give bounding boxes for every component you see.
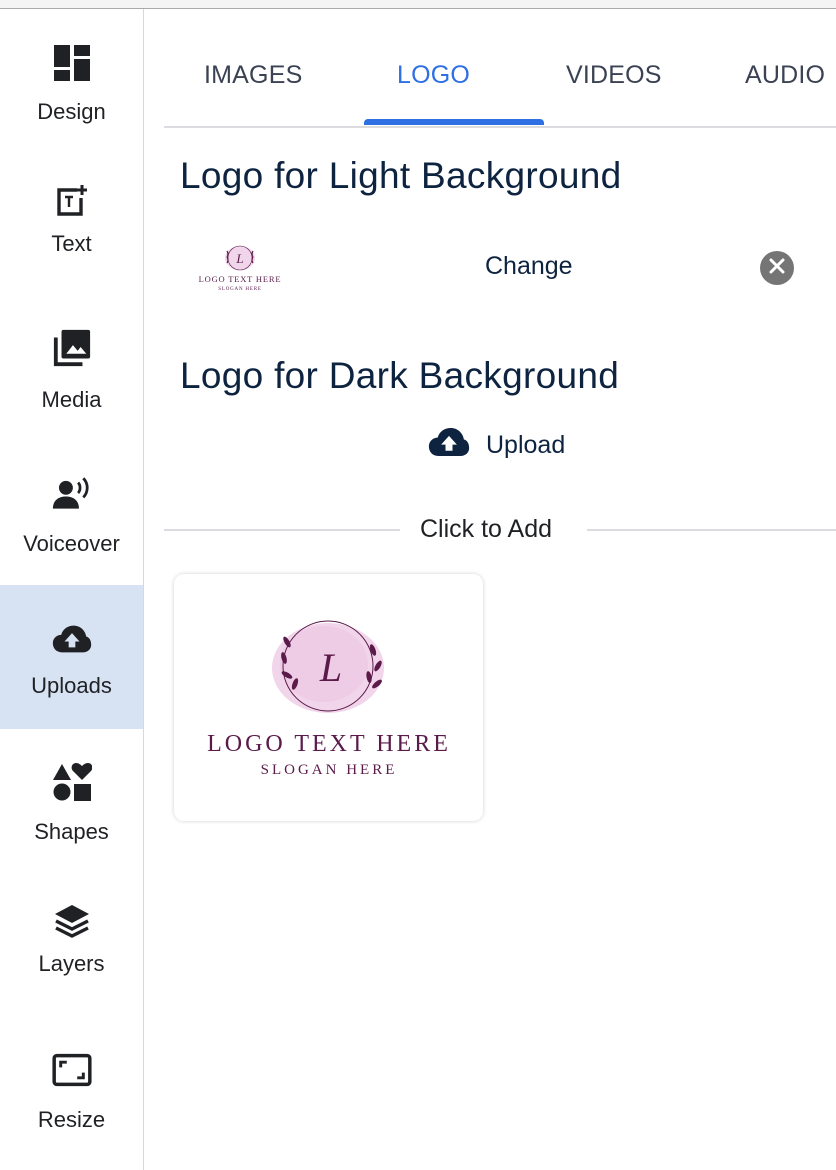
upload-dark-logo-button[interactable]: Upload [428,427,565,464]
cloud-upload-icon [428,427,470,464]
change-logo-button[interactable]: Change [485,252,573,281]
sidebar-item-shapes[interactable]: Shapes [0,729,143,873]
sidebar-item-label: Voiceover [23,531,120,556]
active-tab-indicator [364,119,544,125]
remove-logo-button[interactable] [760,251,794,285]
layers-icon [52,901,92,941]
sidebar-item-media[interactable]: Media [0,297,143,441]
divider-right [587,529,836,531]
tab-images[interactable]: IMAGES [204,61,302,90]
sidebar-item-text[interactable]: Text [0,153,143,297]
sidebar: Design Text Media Voiceover Uploads Shap… [0,9,144,1170]
tab-logo[interactable]: LOGO [397,61,470,90]
logo-asset-card[interactable]: L LOGO TEXT HERE SLOGAN HERE [174,574,483,821]
shapes-icon [52,762,92,802]
sidebar-item-resize[interactable]: Resize [0,1017,143,1161]
logo-monogram: L [319,645,342,690]
svg-text:L: L [235,251,243,266]
sidebar-item-label: Layers [38,951,105,976]
svg-text:SLOGAN HERE: SLOGAN HERE [218,287,261,292]
browser-top-edge [0,0,836,9]
dark-logo-heading: Logo for Dark Background [180,355,620,396]
close-icon [769,258,785,279]
sidebar-item-layers[interactable]: Layers [0,873,143,1017]
media-library-icon [52,328,92,368]
sidebar-item-label: Media [41,387,102,412]
logo-asset-image: L LOGO TEXT HERE SLOGAN HERE [207,620,451,778]
text-add-icon [52,181,92,221]
sidebar-item-label: Shapes [34,819,109,844]
uploads-panel: IMAGES LOGO VIDEOS AUDIO Logo for Light … [144,9,836,1170]
sidebar-item-label: Uploads [31,673,112,698]
cloud-upload-icon [52,619,92,659]
logo-text: LOGO TEXT HERE [207,731,451,757]
logo-slogan: SLOGAN HERE [261,762,398,778]
click-to-add-label: Click to Add [420,515,553,543]
upload-label: Upload [486,431,566,459]
design-grid-icon [52,43,92,83]
sidebar-item-label: Text [51,231,92,256]
light-logo-heading: Logo for Light Background [180,155,622,196]
resize-icon [51,1050,92,1090]
sidebar-item-label: Design [37,99,106,124]
svg-text:LOGO TEXT HERE: LOGO TEXT HERE [199,274,282,284]
sidebar-item-label: Resize [37,1107,106,1132]
sidebar-item-uploads[interactable]: Uploads [0,585,143,729]
divider-left [164,529,400,531]
sidebar-item-design[interactable]: Design [0,9,143,153]
light-logo-thumbnail: L LOGO TEXT HERE SLOGAN HERE [194,241,286,305]
sidebar-item-voiceover[interactable]: Voiceover [0,441,143,585]
tab-videos[interactable]: VIDEOS [566,61,662,90]
voiceover-icon [52,473,92,513]
tab-audio[interactable]: AUDIO [745,61,825,90]
tab-bar: IMAGES LOGO VIDEOS AUDIO [164,9,836,128]
